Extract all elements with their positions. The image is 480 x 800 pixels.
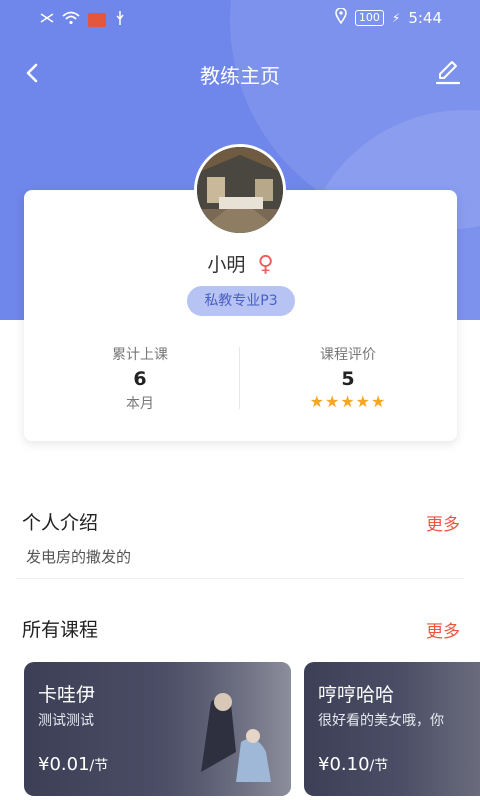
status-right: 100 ⚡ 5:44	[335, 7, 442, 28]
intro-more-link[interactable]: 更多	[426, 510, 460, 535]
level-badge: 私教专业P3	[187, 286, 295, 316]
classes-stat: 累计上课 6 本月	[40, 344, 240, 413]
classes-value: 6	[133, 368, 147, 390]
intro-text: 发电房的撒发的	[26, 548, 132, 566]
course-price: ¥0.10/节	[318, 754, 388, 775]
usb-icon	[114, 10, 126, 30]
course-desc: 测试测试	[38, 713, 94, 729]
star-rating: ★★★★★	[248, 392, 448, 411]
section-divider	[16, 578, 464, 579]
status-bar: 100 ⚡ 5:44	[0, 0, 480, 36]
star-icon: ★	[355, 392, 372, 411]
female-icon: ♀	[257, 252, 274, 277]
avatar[interactable]	[194, 144, 286, 236]
charging-icon: ⚡	[391, 11, 401, 25]
coach-name: 小明	[207, 254, 246, 276]
top-app-bar: 教练主页	[0, 48, 480, 96]
signal-icon	[40, 11, 54, 29]
star-icon: ★	[309, 392, 325, 411]
stat-divider	[239, 347, 240, 409]
clock: 5:44	[408, 9, 442, 27]
star-icon: ★	[340, 392, 356, 411]
course-name: 哼哼哈哈	[318, 684, 395, 706]
status-left	[40, 10, 126, 30]
price-value: ¥0.10	[318, 754, 370, 775]
intro-title: 个人介绍	[22, 512, 99, 534]
course-card[interactable]: 哼哼哈哈 很好看的美女哦，你 ¥0.10/节	[304, 662, 480, 796]
courses-more-link[interactable]: 更多	[426, 617, 460, 642]
classes-period: 本月	[126, 396, 154, 412]
wifi-icon	[62, 11, 80, 29]
course-price: ¥0.01/节	[38, 754, 108, 775]
course-name: 卡哇伊	[38, 684, 96, 706]
location-icon	[335, 7, 347, 28]
course-image	[141, 662, 291, 796]
courses-title: 所有课程	[22, 619, 99, 641]
course-card[interactable]: 卡哇伊 测试测试 ¥0.01/节	[24, 662, 291, 796]
price-unit: /节	[89, 758, 109, 774]
star-icon: ★	[324, 392, 341, 411]
page-title: 教练主页	[200, 64, 280, 88]
notification-icon	[88, 13, 106, 27]
price-unit: /节	[369, 758, 389, 774]
course-desc: 很好看的美女哦，你	[318, 713, 444, 729]
name-row: 小明 ♀	[24, 250, 457, 277]
rating-value: 5	[341, 368, 355, 390]
star-icon: ★	[371, 392, 387, 411]
rating-label: 课程评价	[320, 347, 376, 363]
classes-label: 累计上课	[112, 347, 168, 363]
price-value: ¥0.01	[38, 754, 90, 775]
battery-indicator: 100	[354, 10, 384, 26]
rating-stat: 课程评价 5 ★★★★★	[248, 344, 448, 411]
edit-pencil-icon[interactable]	[432, 56, 464, 88]
